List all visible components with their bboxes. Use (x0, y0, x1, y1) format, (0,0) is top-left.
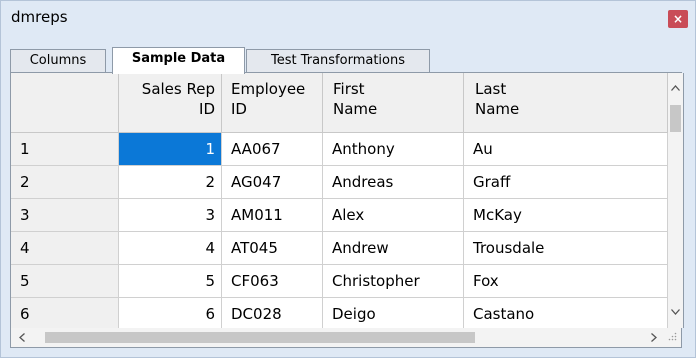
header-line: Last (475, 80, 507, 98)
tab-label: Test Transformations (270, 53, 406, 68)
row-header[interactable]: 3 (11, 199, 119, 232)
cell-last-name[interactable]: Castano (464, 298, 668, 328)
cell-first-name[interactable]: Anthony (323, 133, 464, 166)
row-header[interactable]: 4 (11, 232, 119, 265)
cell-first-name[interactable]: Christopher (323, 265, 464, 298)
close-icon: × (672, 12, 684, 26)
horizontal-scroll-thumb[interactable] (45, 332, 475, 343)
cell-employee-id[interactable]: AG047 (222, 166, 323, 199)
cell-employee-id[interactable]: AM011 (222, 199, 323, 232)
chevron-up-icon[interactable] (671, 85, 680, 91)
cell-first-name[interactable]: Andrew (323, 232, 464, 265)
close-button[interactable]: × (668, 10, 688, 28)
horizontal-scrollbar[interactable] (10, 328, 682, 348)
window-title: dmreps (11, 8, 68, 26)
cell-sales-rep-id[interactable]: 1 (119, 133, 222, 166)
cell-last-name[interactable]: Graff (464, 166, 668, 199)
cell-sales-rep-id[interactable]: 5 (119, 265, 222, 298)
row-header[interactable]: 5 (11, 265, 119, 298)
tab-label: Columns (29, 53, 87, 68)
tab-sample-data[interactable]: Sample Data (112, 47, 245, 74)
cell-sales-rep-id[interactable]: 6 (119, 298, 222, 328)
cell-first-name[interactable]: Alex (323, 199, 464, 232)
row-header[interactable]: 6 (11, 298, 119, 328)
tab-strip: Columns Sample Data Test Transformations (10, 47, 682, 74)
header-line: Employee (231, 80, 306, 98)
header-line: First (333, 80, 365, 98)
dialog-window: dmreps × Columns Sample Data Test Transf… (0, 0, 696, 358)
tab-test-transformations[interactable]: Test Transformations (246, 49, 430, 73)
vertical-scroll-thumb[interactable] (670, 105, 681, 132)
chevron-right-icon[interactable] (651, 333, 657, 342)
header-line: Sales Rep (141, 80, 215, 98)
column-header-sales-rep-id[interactable]: Sales Rep ID (119, 73, 222, 133)
cell-sales-rep-id[interactable]: 2 (119, 166, 222, 199)
header-line: Name (333, 100, 378, 118)
row-header[interactable]: 1 (11, 133, 119, 166)
cell-last-name[interactable]: Au (464, 133, 668, 166)
cell-first-name[interactable]: Deigo (323, 298, 464, 328)
tab-columns[interactable]: Columns (10, 49, 106, 73)
cell-sales-rep-id[interactable]: 4 (119, 232, 222, 265)
vertical-scrollbar[interactable] (668, 73, 683, 328)
header-line: ID (199, 100, 215, 118)
sample-data-grid[interactable]: Sales Rep ID Employee ID First Name Last… (10, 73, 684, 328)
row-header[interactable]: 2 (11, 166, 119, 199)
cell-last-name[interactable]: Trousdale (464, 232, 668, 265)
resize-grip-icon[interactable] (668, 332, 677, 341)
cell-last-name[interactable]: McKay (464, 199, 668, 232)
cell-first-name[interactable]: Andreas (323, 166, 464, 199)
cell-employee-id[interactable]: CF063 (222, 265, 323, 298)
cell-last-name[interactable]: Fox (464, 265, 668, 298)
corner-header-cell[interactable] (11, 73, 119, 133)
column-header-employee-id[interactable]: Employee ID (222, 73, 323, 133)
chevron-down-icon[interactable] (671, 309, 680, 315)
cell-employee-id[interactable]: DC028 (222, 298, 323, 328)
column-header-first-name[interactable]: First Name (323, 73, 464, 133)
cell-employee-id[interactable]: AT045 (222, 232, 323, 265)
cell-sales-rep-id[interactable]: 3 (119, 199, 222, 232)
header-line: ID (231, 100, 247, 118)
title-bar[interactable]: dmreps × (1, 1, 695, 35)
tab-label: Sample Data (131, 51, 226, 66)
header-line: Name (475, 100, 520, 118)
column-header-last-name[interactable]: Last Name (464, 73, 668, 133)
cell-employee-id[interactable]: AA067 (222, 133, 323, 166)
chevron-left-icon[interactable] (19, 333, 25, 342)
